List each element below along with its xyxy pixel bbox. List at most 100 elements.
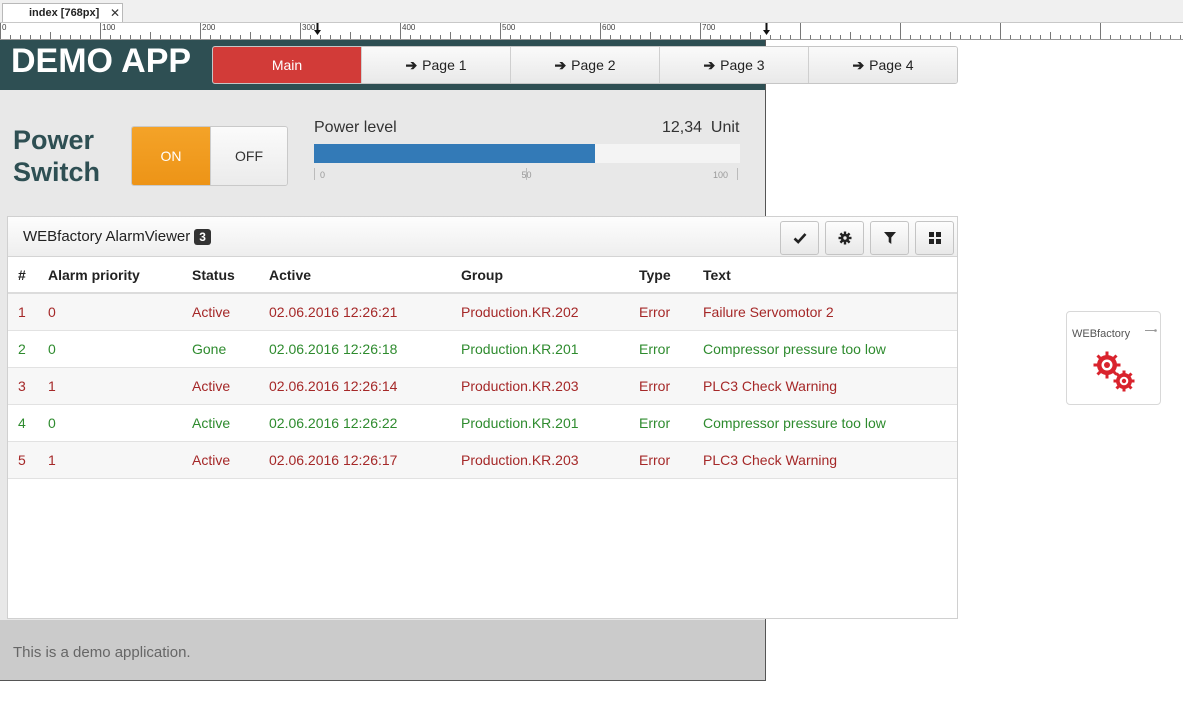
ruler-label: 0: [2, 23, 7, 32]
document-tab[interactable]: index [768px] ✕: [2, 3, 123, 22]
ruler-tick: [390, 35, 391, 39]
alarm-type: Error: [639, 293, 703, 331]
alarm-group: Production.KR.202: [461, 293, 639, 331]
column-header[interactable]: Group: [461, 257, 639, 294]
ruler-tick: [190, 35, 191, 39]
table-row[interactable]: 2 0 Gone 02.06.2016 12:26:18 Production.KR.2…: [8, 330, 957, 368]
on-button[interactable]: ON: [132, 127, 210, 185]
alarm-text: PLC3 Check Warning: [703, 441, 957, 479]
nav-tab-page-2[interactable]: ➔ Page 2: [511, 47, 660, 83]
ruler-tick: [460, 35, 461, 39]
nav-tab-page-4[interactable]: ➔ Page 4: [809, 47, 957, 83]
ruler-tick: [260, 35, 261, 39]
ruler-tick: [750, 32, 751, 39]
ruler-tick: [50, 32, 51, 39]
footer-text: This is a demo application.: [13, 644, 191, 661]
ruler-tick: [80, 35, 81, 39]
off-button[interactable]: OFF: [210, 127, 287, 185]
arrow-right-icon: ➔: [554, 57, 567, 73]
alarm-table-header-row: # Alarm priority Status Active Group Type Text: [8, 257, 957, 294]
ruler-tick: [930, 35, 931, 39]
ruler-tick: [640, 35, 641, 39]
power-title-line2: Switch: [13, 157, 101, 187]
ruler-cursor-marker[interactable]: [314, 23, 321, 37]
column-header[interactable]: Text: [703, 257, 957, 294]
logo-underline-icon: [1145, 329, 1157, 332]
alarm-viewer-title: WEBfactory AlarmViewer 3: [23, 228, 211, 245]
ruler-label: 400: [402, 23, 416, 32]
ruler-tick: [220, 35, 221, 39]
ruler-tick: [30, 35, 31, 39]
column-header[interactable]: #: [8, 257, 48, 294]
acknowledge-button[interactable]: [780, 221, 819, 255]
ruler-tick: [20, 35, 21, 39]
ruler-tick: [100, 23, 101, 39]
ruler-tick: [470, 35, 471, 39]
scale-tick: [737, 168, 738, 180]
close-tab-icon[interactable]: ✕: [110, 6, 120, 20]
ruler-tick: [870, 35, 871, 39]
ruler-tick: [1000, 23, 1001, 39]
ruler-tick: [1030, 35, 1031, 39]
column-header[interactable]: Type: [639, 257, 703, 294]
ruler-tick: [0, 23, 1, 39]
alarm-viewer-header: WEBfactory AlarmViewer 3: [8, 217, 957, 257]
column-header[interactable]: Status: [192, 257, 269, 294]
ruler-tick: [340, 35, 341, 39]
ruler-width-marker[interactable]: [763, 23, 770, 37]
ruler-tick: [720, 35, 721, 39]
ruler-tick: [1070, 35, 1071, 39]
ruler-tick: [670, 35, 671, 39]
table-row[interactable]: 3 1 Active 02.06.2016 12:26:14 Production.KR…: [8, 367, 957, 405]
table-row[interactable]: 1 0 Active 02.06.2016 12:26:21 Production.KR…: [8, 293, 957, 331]
columns-button[interactable]: [915, 221, 954, 255]
power-level-scale: 0 50 100: [314, 168, 740, 182]
ruler-tick: [880, 35, 881, 39]
ruler-tick: [130, 35, 131, 39]
ruler-tick: [180, 35, 181, 39]
gear-icon: [838, 231, 851, 245]
alarm-status: Active: [192, 293, 269, 331]
column-header[interactable]: Active: [269, 257, 461, 294]
ruler-tick: [690, 35, 691, 39]
ruler-tick: [440, 35, 441, 39]
ruler-label: 700: [702, 23, 716, 32]
gears-icon: [1093, 351, 1135, 392]
ruler-tick: [1120, 35, 1121, 39]
logo-text: WEBfactory: [1072, 328, 1131, 340]
alarm-count-badge: 3: [194, 229, 211, 245]
table-row[interactable]: 5 1 Active 02.06.2016 12:26:17 Production.KR…: [8, 441, 957, 479]
table-row[interactable]: 4 0 Active 02.06.2016 12:26:22 Production.KR…: [8, 404, 957, 442]
row-number: 1: [8, 293, 48, 331]
ruler-tick: [1110, 35, 1111, 39]
ruler-tick: [240, 35, 241, 39]
ruler-tick: [530, 35, 531, 39]
ruler-tick: [160, 35, 161, 39]
alarm-text: Compressor pressure too low: [703, 330, 957, 368]
ruler-tick: [10, 35, 11, 39]
app-footer: This is a demo application.: [0, 620, 765, 680]
ruler-tick: [1130, 35, 1131, 39]
ruler-tick: [450, 32, 451, 39]
ruler-tick: [1160, 35, 1161, 39]
nav-tab-main[interactable]: Main: [213, 47, 362, 83]
filter-button[interactable]: [870, 221, 909, 255]
alarm-group: Production.KR.201: [461, 330, 639, 368]
column-header[interactable]: Alarm priority: [48, 257, 192, 294]
ruler-tick: [270, 35, 271, 39]
ruler-tick: [580, 35, 581, 39]
editor-tab-strip: index [768px] ✕: [0, 0, 1183, 23]
ruler-tick: [290, 35, 291, 39]
nav-tab-label: Page 4: [869, 57, 914, 73]
ruler-tick: [840, 35, 841, 39]
ruler-tick: [1050, 32, 1051, 39]
ruler-tick: [280, 35, 281, 39]
nav-tab-page-3[interactable]: ➔ Page 3: [660, 47, 809, 83]
nav-tab-page-1[interactable]: ➔ Page 1: [362, 47, 511, 83]
ruler-tick: [70, 35, 71, 39]
settings-button[interactable]: [825, 221, 864, 255]
power-title-line1: Power: [13, 125, 95, 155]
alarm-type: Error: [639, 404, 703, 442]
alarm-type: Error: [639, 367, 703, 405]
ruler-tick: [410, 35, 411, 39]
